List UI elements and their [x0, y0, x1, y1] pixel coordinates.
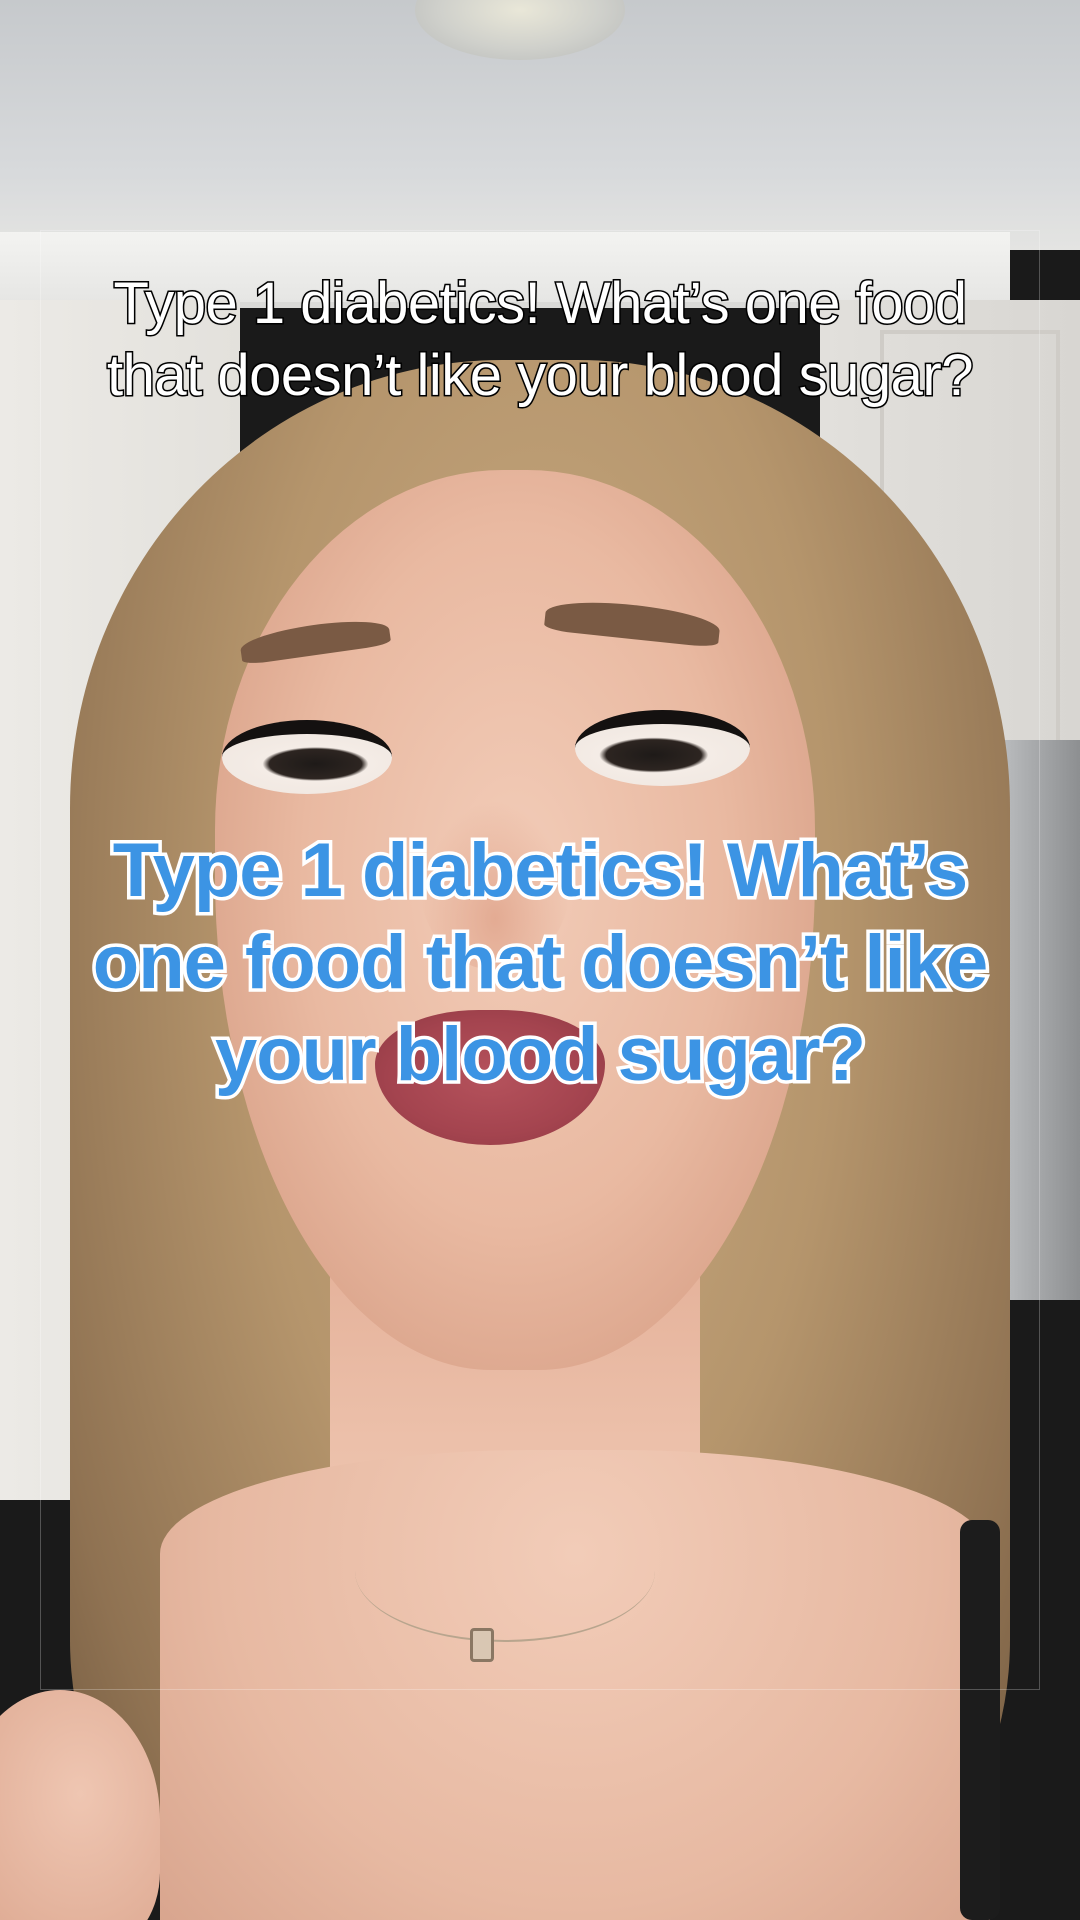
top-caption-text: Type 1 diabetics! What’s one food that d…	[106, 270, 975, 410]
video-frame: Type 1 diabetics! What’s one food that d…	[0, 0, 1080, 1920]
main-caption-text: Type 1 diabetics! What’s one food that d…	[89, 825, 991, 1101]
